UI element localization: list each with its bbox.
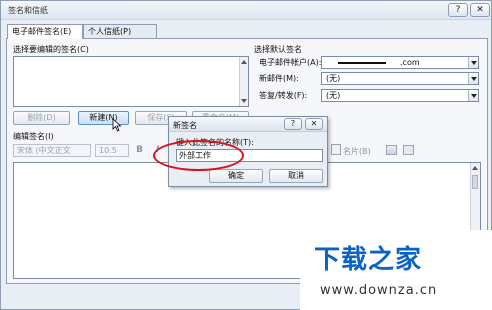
font-size-select[interactable]: 10.5 [95,144,129,157]
highlight-ellipse [153,140,244,171]
new-messages-select[interactable]: (无) [321,72,479,85]
signature-list-scrollbar[interactable] [239,57,248,106]
mouse-cursor-icon [112,118,122,132]
window-title: 签名和信纸 [8,6,48,15]
redacted-account [338,62,386,64]
dialog-title-bar: 新签名 [169,117,327,132]
scroll-thumb[interactable] [472,175,478,189]
close-button[interactable]: ✕ [470,3,490,17]
font-size-value: 10.5 [99,146,117,155]
email-account-label: 电子邮件帐户(A): [259,58,322,67]
email-account-value: .com [400,58,420,67]
font-name-value: 宋体 (中文正文 [17,146,71,155]
scroll-down-icon[interactable] [241,99,247,103]
hyperlink-icon[interactable] [403,145,414,155]
tab-personal-stationery[interactable]: 个人信纸(P) [83,24,157,38]
dialog-close-button[interactable]: ✕ [305,118,323,130]
chevron-down-icon[interactable] [468,57,478,68]
title-bar: 签名和信纸 ? ✕ [1,1,491,20]
chevron-down-icon[interactable] [468,73,478,84]
business-card-icon [331,144,341,155]
ok-button[interactable]: 确定 [209,169,263,183]
scroll-up-icon[interactable] [241,60,247,64]
help-button[interactable]: ? [448,3,468,17]
signature-list[interactable] [13,56,249,107]
delete-button[interactable]: 删除(D) [13,111,70,125]
new-messages-label: 新邮件(M): [259,74,299,83]
chevron-down-icon[interactable] [468,90,478,101]
replies-label: 答复/转发(F): [259,91,308,100]
default-signature-label: 选择默认签名 [254,45,302,54]
font-name-select[interactable]: 宋体 (中文正文 [13,144,91,157]
edit-signature-label: 编辑签名(I) [13,132,54,141]
watermark-logo-text: 下载之家 [314,245,423,275]
business-card-button[interactable]: 名片(B) [343,146,371,157]
replies-value: (无) [326,91,341,100]
scroll-up-icon[interactable] [472,166,478,170]
new-messages-value: (无) [326,74,341,83]
select-signature-label: 选择要编辑的签名(C) [13,45,89,54]
replies-select[interactable]: (无) [321,89,479,102]
watermark: 下载之家 www.downza.cn [300,230,492,310]
dialog-help-button[interactable]: ? [284,118,302,130]
dialog-title: 新签名 [173,121,197,130]
watermark-url: www.downza.cn [320,283,438,298]
tab-email-signature[interactable]: 电子邮件签名(E) [7,24,83,39]
email-account-select[interactable]: .com [321,56,479,69]
picture-icon[interactable] [386,145,397,155]
bold-button[interactable]: B [133,144,146,157]
cancel-button[interactable]: 取消 [269,169,323,183]
